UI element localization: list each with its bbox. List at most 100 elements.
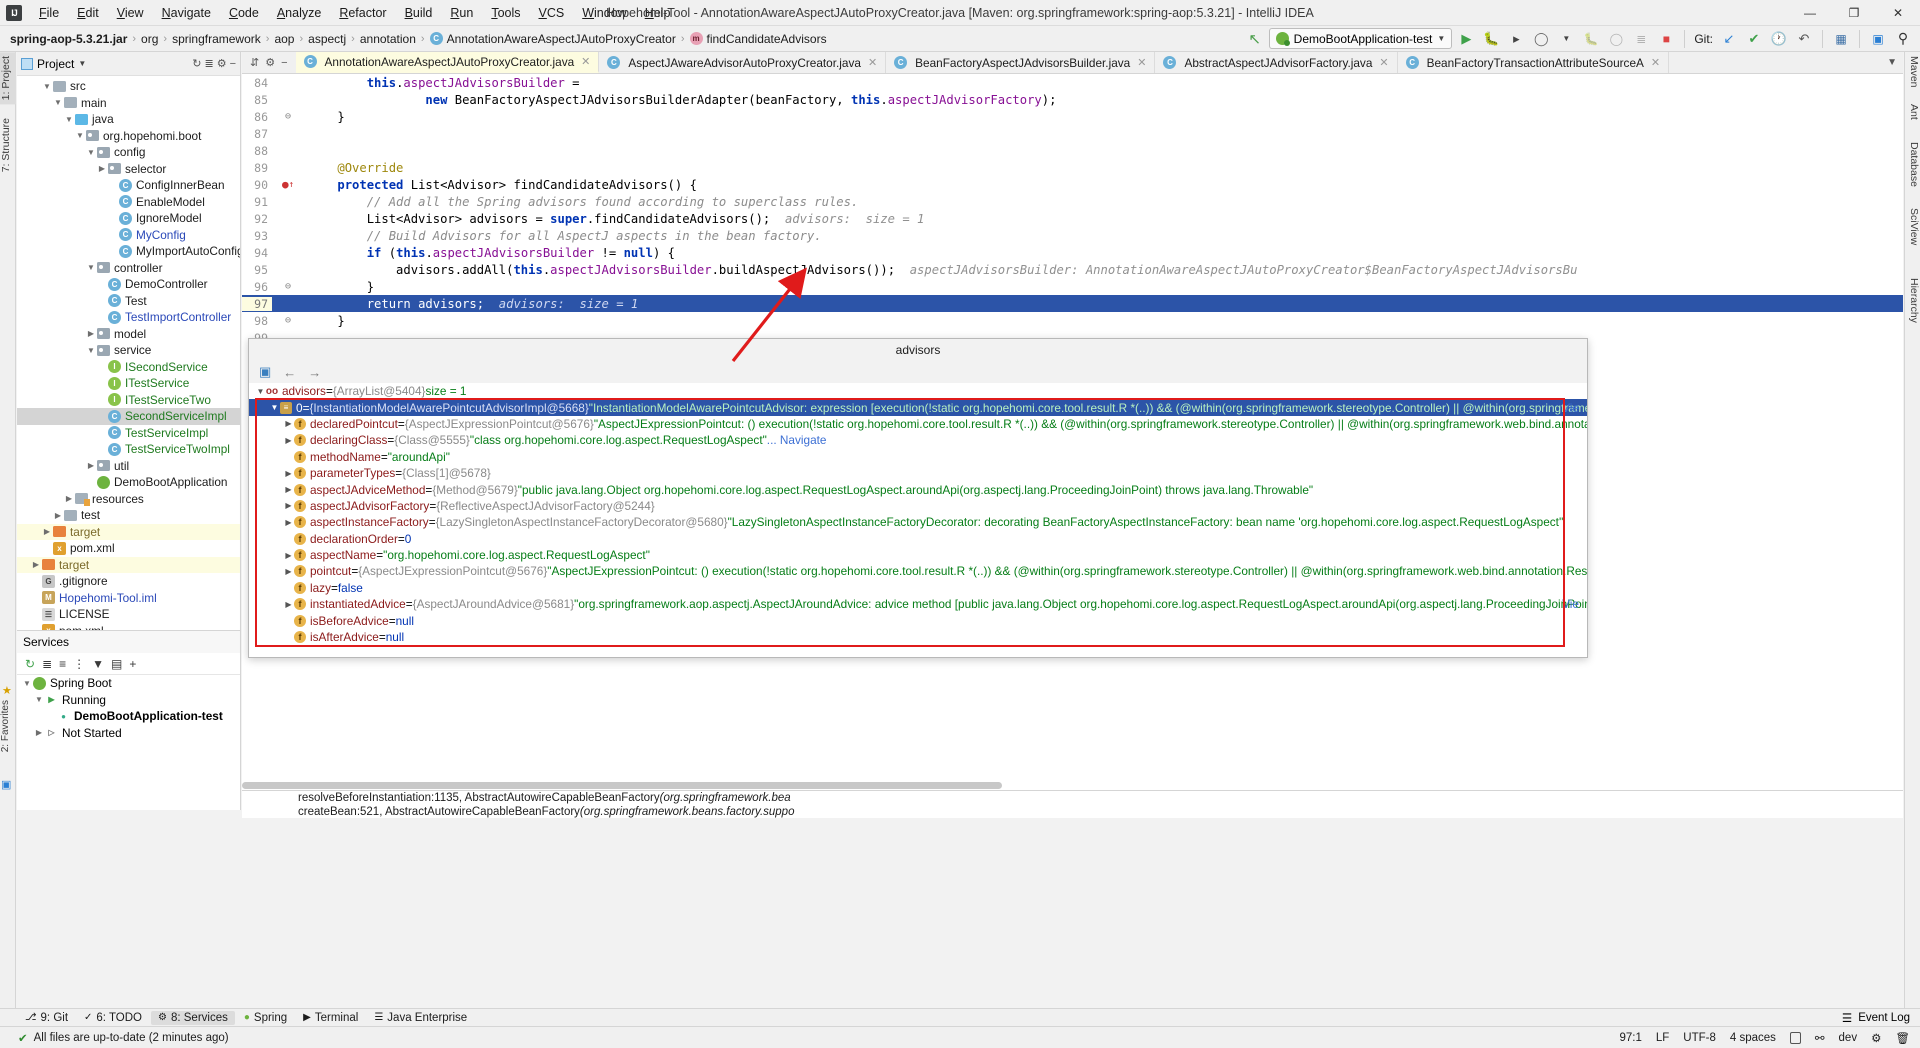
project-tree[interactable]: ▼ src ▼ main ▼ java ▼ org.hopehomi.boot ▼ config ▶… — [17, 76, 240, 630]
menu-item-view[interactable]: View — [108, 3, 153, 23]
web-icon[interactable]: ▣ — [1, 778, 11, 791]
breadcrumb-item-5[interactable]: annotation — [356, 31, 420, 47]
code-line-85[interactable]: 85 new BeanFactoryAspectJAdvisorsBuilder… — [242, 91, 1903, 108]
twisty-icon[interactable]: ▶ — [283, 469, 294, 478]
variable-row[interactable]: ▶ f instantiatedAdvice = {AspectJAroundAdv… — [249, 596, 1587, 612]
services-toolbar[interactable]: ↻ ≣ ≡ ⋮ ▼ ▤ + — [17, 653, 240, 675]
debug-button[interactable]: 🐛 — [1480, 28, 1502, 50]
code-line-97[interactable]: 97 return advisors; advisors: size = 1 — [242, 295, 1903, 312]
menu-item-edit[interactable]: Edit — [68, 3, 108, 23]
line-separator[interactable]: LF — [1656, 1032, 1669, 1044]
back-icon[interactable]: ← — [283, 365, 296, 380]
console-output[interactable]: resolveBeforeInstantiation:1135, Abstrac… — [242, 790, 1903, 818]
popup-toolbar[interactable]: ▣ ← → — [249, 361, 1587, 383]
menu-item-help[interactable]: Help — [636, 3, 680, 23]
code-line-94[interactable]: 94 if (this.aspectJAdvisorsBuilder != nu… — [242, 244, 1903, 261]
bottom-right-tools[interactable]: ☰ Event Log — [1842, 1011, 1920, 1025]
variables-tree[interactable]: ▼ oo advisors = {ArrayList@5404} size = 1 ▼… — [249, 383, 1587, 657]
tree-node[interactable]: ▼ main — [17, 95, 240, 112]
bottom-tool-spring[interactable]: ● Spring — [237, 1011, 294, 1025]
variable-row[interactable]: ▼ oo advisors = {ArrayList@5404} size = 1 — [249, 383, 1587, 399]
code-line-96[interactable]: 96 ⊖ } — [242, 278, 1903, 295]
twisty-icon[interactable]: ▼ — [87, 263, 95, 272]
variable-row[interactable]: f declarationOrder = 0 — [249, 531, 1587, 547]
tree-node[interactable]: xpom.xml — [17, 623, 240, 630]
menu-items[interactable]: File Edit View Navigate Code Analyze Refactor B… — [30, 3, 679, 23]
navigate-link[interactable]: ... Navigate — [767, 433, 827, 447]
tree-node[interactable]: I ITestService — [17, 375, 240, 392]
caret-position[interactable]: 97:1 — [1619, 1032, 1641, 1044]
tree-node[interactable]: C SecondServiceImpl — [17, 408, 240, 425]
variable-row[interactable]: ▶ f aspectInstanceFactory = {LazySingleton… — [249, 514, 1587, 530]
breadcrumb-item-4[interactable]: aspectj — [304, 31, 350, 47]
event-log-icon[interactable]: ☰ — [1842, 1011, 1852, 1025]
code-line-90[interactable]: 90 ● ↑ protected List<Advisor> findCandida… — [242, 176, 1903, 193]
sidebar-item-ant[interactable]: Ant — [1904, 100, 1920, 124]
variable-row[interactable]: f isBeforeAdvice = null — [249, 612, 1587, 628]
memory-indicator[interactable]: ⚙ — [1871, 1031, 1881, 1045]
stop-list-icon[interactable]: ≣ — [1630, 28, 1652, 50]
menu-item-run[interactable]: Run — [441, 3, 482, 23]
twisty-icon[interactable]: ▼ — [269, 403, 280, 412]
trash-icon[interactable]: 🗑 — [1895, 1031, 1910, 1045]
gutter-marker[interactable]: ⊖ — [272, 111, 304, 122]
close-icon[interactable]: ✕ — [581, 55, 590, 68]
twisty-icon[interactable]: ▶ — [283, 501, 294, 510]
tree-node[interactable]: ▶ target — [17, 556, 240, 573]
breadcrumb-item-7[interactable]: m findCandidateAdvisors — [686, 31, 831, 47]
services-node[interactable]: ● DemoBootApplication-test — [17, 708, 240, 725]
twisty-icon[interactable]: ▶ — [35, 728, 43, 737]
tree-node[interactable]: G .gitignore — [17, 573, 240, 590]
git-rollback-icon[interactable]: ↶ — [1793, 28, 1815, 50]
tree-node[interactable]: C ConfigInnerBean — [17, 177, 240, 194]
status-right[interactable]: 97:1 LF UTF-8 4 spaces ⚯ dev ⚙ 🗑 — [1619, 1031, 1920, 1045]
menu-item-file[interactable]: File — [30, 3, 68, 23]
minimize-icon[interactable]: − — [281, 57, 287, 69]
variable-row[interactable]: f isAfterAdvice = null — [249, 629, 1587, 645]
chevron-down-icon[interactable]: ▼ — [1437, 34, 1445, 43]
back-arrow-icon[interactable]: ↖ — [1244, 28, 1266, 50]
variable-row[interactable]: ▶ f declaringClass = {Class@5555} "class o… — [249, 432, 1587, 448]
more-tabs-icon[interactable]: ▼ — [1881, 52, 1903, 73]
code-line-86[interactable]: 86 ⊖ } — [242, 108, 1903, 125]
menu-item-build[interactable]: Build — [396, 3, 442, 23]
sidebar-item-project[interactable]: 1: Project — [0, 52, 16, 105]
breadcrumb-item-2[interactable]: springframework — [168, 31, 265, 47]
services-node[interactable]: ▼ ▶ Running — [17, 692, 240, 709]
close-icon[interactable]: ✕ — [868, 56, 877, 69]
tree-node[interactable]: I ISecondService — [17, 359, 240, 376]
twisty-icon[interactable]: ▼ — [255, 387, 266, 396]
structure-icon[interactable]: ▦ — [1830, 28, 1852, 50]
code-line-92[interactable]: 92 List<Advisor> advisors = super.findCa… — [242, 210, 1903, 227]
close-icon[interactable]: ✕ — [1379, 56, 1388, 69]
menu-item-window[interactable]: Window — [573, 3, 635, 23]
tree-node[interactable]: C TestServiceTwoImpl — [17, 441, 240, 458]
twisty-icon[interactable]: ▶ — [54, 511, 62, 520]
twisty-icon[interactable]: ▶ — [283, 551, 294, 560]
encoding[interactable]: UTF-8 — [1683, 1032, 1716, 1044]
editor-tab-1[interactable]: C AspectJAwareAdvisorAutoProxyCreator.jav… — [599, 52, 887, 73]
tree-node[interactable]: C TestServiceImpl — [17, 425, 240, 442]
expand-all-icon[interactable]: ≣ — [42, 657, 52, 671]
tree-node[interactable]: C DemoController — [17, 276, 240, 293]
twisty-icon[interactable]: ▶ — [43, 527, 51, 536]
window-controls[interactable]: — ❐ ✕ — [1788, 0, 1920, 26]
menu-item-analyze[interactable]: Analyze — [268, 3, 330, 23]
variable-row[interactable]: ▶ f parameterTypes = {Class[1]@5678} — [249, 465, 1587, 481]
menu-item-navigate[interactable]: Navigate — [153, 3, 220, 23]
editor-tab-tools[interactable]: ⇵ ⚙ − — [242, 52, 296, 73]
menu-item-code[interactable]: Code — [220, 3, 268, 23]
attach-debugger-icon[interactable]: 🐛 — [1580, 28, 1602, 50]
collapse-all-icon[interactable]: ≡ — [59, 657, 66, 671]
bottom-tool-terminal[interactable]: ▶ Terminal — [296, 1011, 365, 1025]
tree-node[interactable]: C MyImportAutoConfiguration — [17, 243, 240, 260]
profile-dropdown-icon[interactable]: ▼ — [1555, 28, 1577, 50]
twisty-icon[interactable]: ▼ — [65, 115, 73, 124]
tree-node[interactable]: ▼ controller — [17, 260, 240, 277]
editor-tab-0[interactable]: C AnnotationAwareAspectJAutoProxyCreator.… — [295, 52, 600, 73]
twisty-icon[interactable]: ▼ — [87, 346, 95, 355]
gutter-marker[interactable]: ● ↑ — [272, 178, 304, 191]
twisty-icon[interactable]: ▼ — [76, 131, 84, 140]
twisty-icon[interactable]: ▶ — [98, 164, 106, 173]
bottom-tool-buttons[interactable]: ⎇ 9: Git ✓ 6: TODO ⚙ 8: Services ● Spring ▶ Termi… — [18, 1010, 474, 1025]
